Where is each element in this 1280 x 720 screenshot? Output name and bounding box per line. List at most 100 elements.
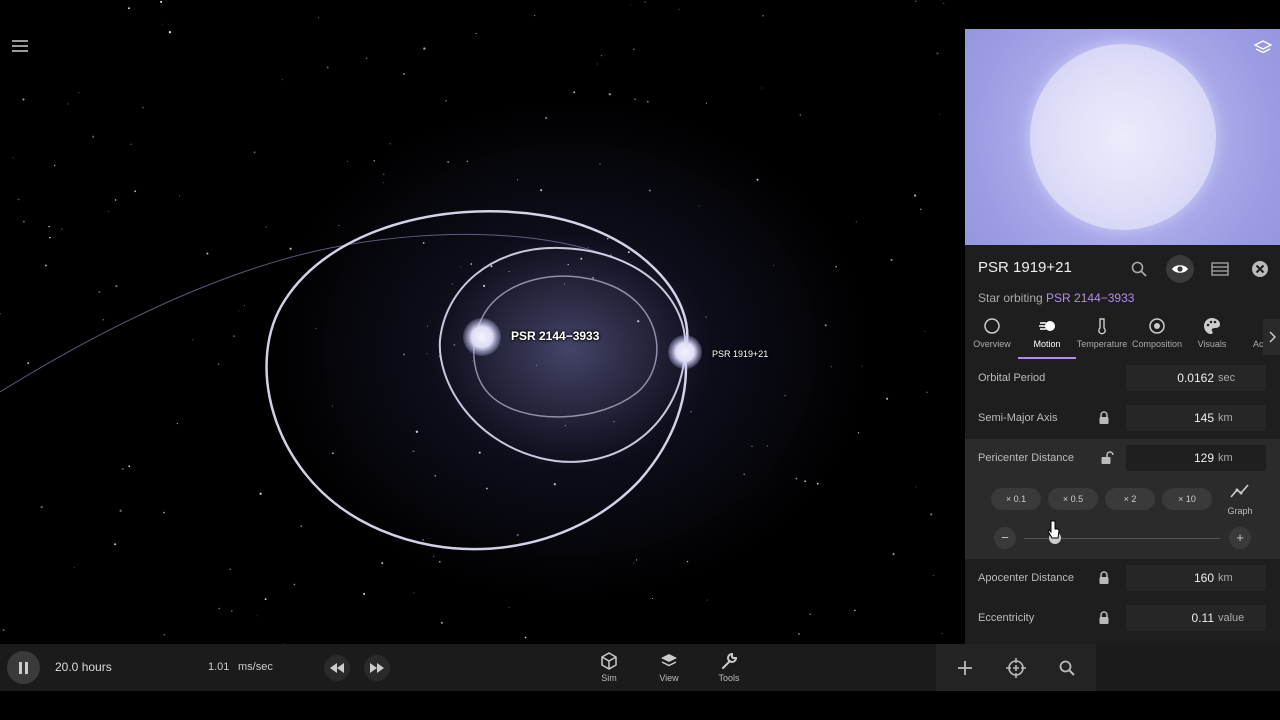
background-star <box>857 432 860 434</box>
find-object-button[interactable] <box>1125 255 1153 283</box>
list-menu-button[interactable] <box>1206 255 1234 283</box>
view-label: View <box>659 673 679 683</box>
pause-button[interactable] <box>7 651 40 684</box>
background-star <box>486 487 488 490</box>
background-star <box>423 47 426 50</box>
rewind-button[interactable] <box>324 655 350 681</box>
background-star <box>580 257 583 260</box>
parent-object-link[interactable]: PSR 2144−3933 <box>1046 291 1134 305</box>
time-rate-value[interactable]: 1.01 <box>208 661 229 673</box>
background-star <box>92 135 95 138</box>
background-star <box>540 189 543 192</box>
sim-menu-button[interactable]: Sim <box>587 652 631 683</box>
plus-icon <box>958 661 972 675</box>
star-psr-1919-21[interactable] <box>668 335 702 369</box>
eccentricity-field[interactable]: 0.11 value <box>1126 605 1266 631</box>
background-star <box>861 365 863 367</box>
increment-button[interactable]: + <box>1229 527 1251 549</box>
chevron-right-icon <box>1268 331 1276 343</box>
background-star <box>289 247 292 250</box>
background-star <box>607 238 609 240</box>
background-star <box>160 0 163 3</box>
multiply-0.1-button[interactable]: × 0.1 <box>991 488 1041 510</box>
background-star <box>389 143 392 145</box>
search-button[interactable] <box>1054 655 1080 681</box>
tab-composition[interactable]: Composition <box>1127 317 1187 349</box>
background-star <box>23 220 25 223</box>
object-preview[interactable] <box>965 29 1280 245</box>
view-menu-button[interactable]: View <box>647 652 691 683</box>
background-star <box>142 107 144 109</box>
tab-temperature[interactable]: Temperature <box>1072 317 1132 349</box>
background-star <box>447 160 450 163</box>
pericenter-distance-field[interactable]: 129 km <box>1126 445 1266 471</box>
space-viewport[interactable]: PSR 2144−3933 PSR 1919+21 <box>0 0 964 644</box>
background-star <box>678 8 680 10</box>
follow-view-button[interactable] <box>1166 255 1194 283</box>
property-label: Semi-Major Axis <box>978 412 1058 424</box>
property-value: 145 <box>1193 411 1214 425</box>
tab-motion[interactable]: Motion <box>1017 317 1077 349</box>
background-star <box>508 271 510 272</box>
property-tabs: Overview Motion Temperature Composition <box>965 317 1280 359</box>
property-unit[interactable]: km <box>1218 452 1233 464</box>
unlock-icon <box>1101 451 1114 464</box>
background-star <box>415 430 419 433</box>
lock-toggle-button[interactable] <box>1098 611 1110 630</box>
background-star <box>941 632 943 635</box>
background-star <box>743 473 746 476</box>
tab-overview[interactable]: Overview <box>965 317 1022 349</box>
multiply-10-button[interactable]: × 10 <box>1162 488 1212 510</box>
background-star <box>119 509 122 512</box>
property-value: 0.11 <box>1191 611 1214 625</box>
add-object-button[interactable] <box>952 655 978 681</box>
background-star <box>545 116 548 120</box>
property-unit[interactable]: km <box>1218 412 1233 424</box>
apocenter-distance-field[interactable]: 160 km <box>1126 565 1266 591</box>
background-star <box>936 52 939 55</box>
background-star <box>259 492 262 495</box>
background-star <box>114 543 117 546</box>
multiply-2-button[interactable]: × 2 <box>1105 488 1155 510</box>
background-star <box>440 621 444 624</box>
orbital-period-field[interactable]: 0.0162 sec <box>1126 365 1266 391</box>
star-label-secondary[interactable]: PSR 1919+21 <box>712 349 768 359</box>
lock-toggle-button[interactable] <box>1098 571 1110 590</box>
tab-visuals[interactable]: Visuals <box>1182 317 1242 349</box>
graph-icon <box>1230 484 1249 498</box>
background-star <box>445 100 447 102</box>
unlock-toggle-button[interactable] <box>1100 451 1114 470</box>
property-unit[interactable]: km <box>1218 572 1233 584</box>
fast-forward-button[interactable] <box>364 655 390 681</box>
background-star <box>40 505 43 509</box>
background-star <box>179 195 181 197</box>
star-label-primary[interactable]: PSR 2144−3933 <box>511 329 599 343</box>
background-star <box>490 265 493 268</box>
background-star <box>926 391 928 393</box>
multiply-0.5-button[interactable]: × 0.5 <box>1048 488 1098 510</box>
background-star <box>804 480 807 483</box>
star-psr-2144-3933[interactable] <box>463 318 501 356</box>
property-label: Eccentricity <box>978 612 1035 624</box>
object-title: PSR 1919+21 <box>978 259 1072 276</box>
decrement-button[interactable]: − <box>994 527 1016 549</box>
move-tool-button[interactable] <box>1003 655 1029 681</box>
property-unit[interactable]: sec <box>1218 372 1235 384</box>
background-star <box>913 194 917 197</box>
property-unit[interactable]: value <box>1218 612 1244 624</box>
tabs-scroll-right-button[interactable] <box>1263 319 1280 355</box>
background-star <box>451 283 453 285</box>
property-label: Pericenter Distance <box>978 452 1074 464</box>
tools-menu-button[interactable]: Tools <box>707 652 751 683</box>
background-star <box>67 103 69 105</box>
background-star <box>466 160 469 163</box>
lock-toggle-button[interactable] <box>1098 411 1110 430</box>
background-star <box>27 362 30 365</box>
preview-layers-button[interactable] <box>1253 39 1273 62</box>
semi-major-axis-field[interactable]: 145 km <box>1126 405 1266 431</box>
time-rate-unit[interactable]: ms/sec <box>238 661 273 673</box>
hamburger-menu-button[interactable] <box>12 40 28 56</box>
background-star <box>630 4 632 6</box>
close-panel-button[interactable] <box>1246 255 1274 283</box>
graph-button[interactable]: Graph <box>1227 483 1253 516</box>
